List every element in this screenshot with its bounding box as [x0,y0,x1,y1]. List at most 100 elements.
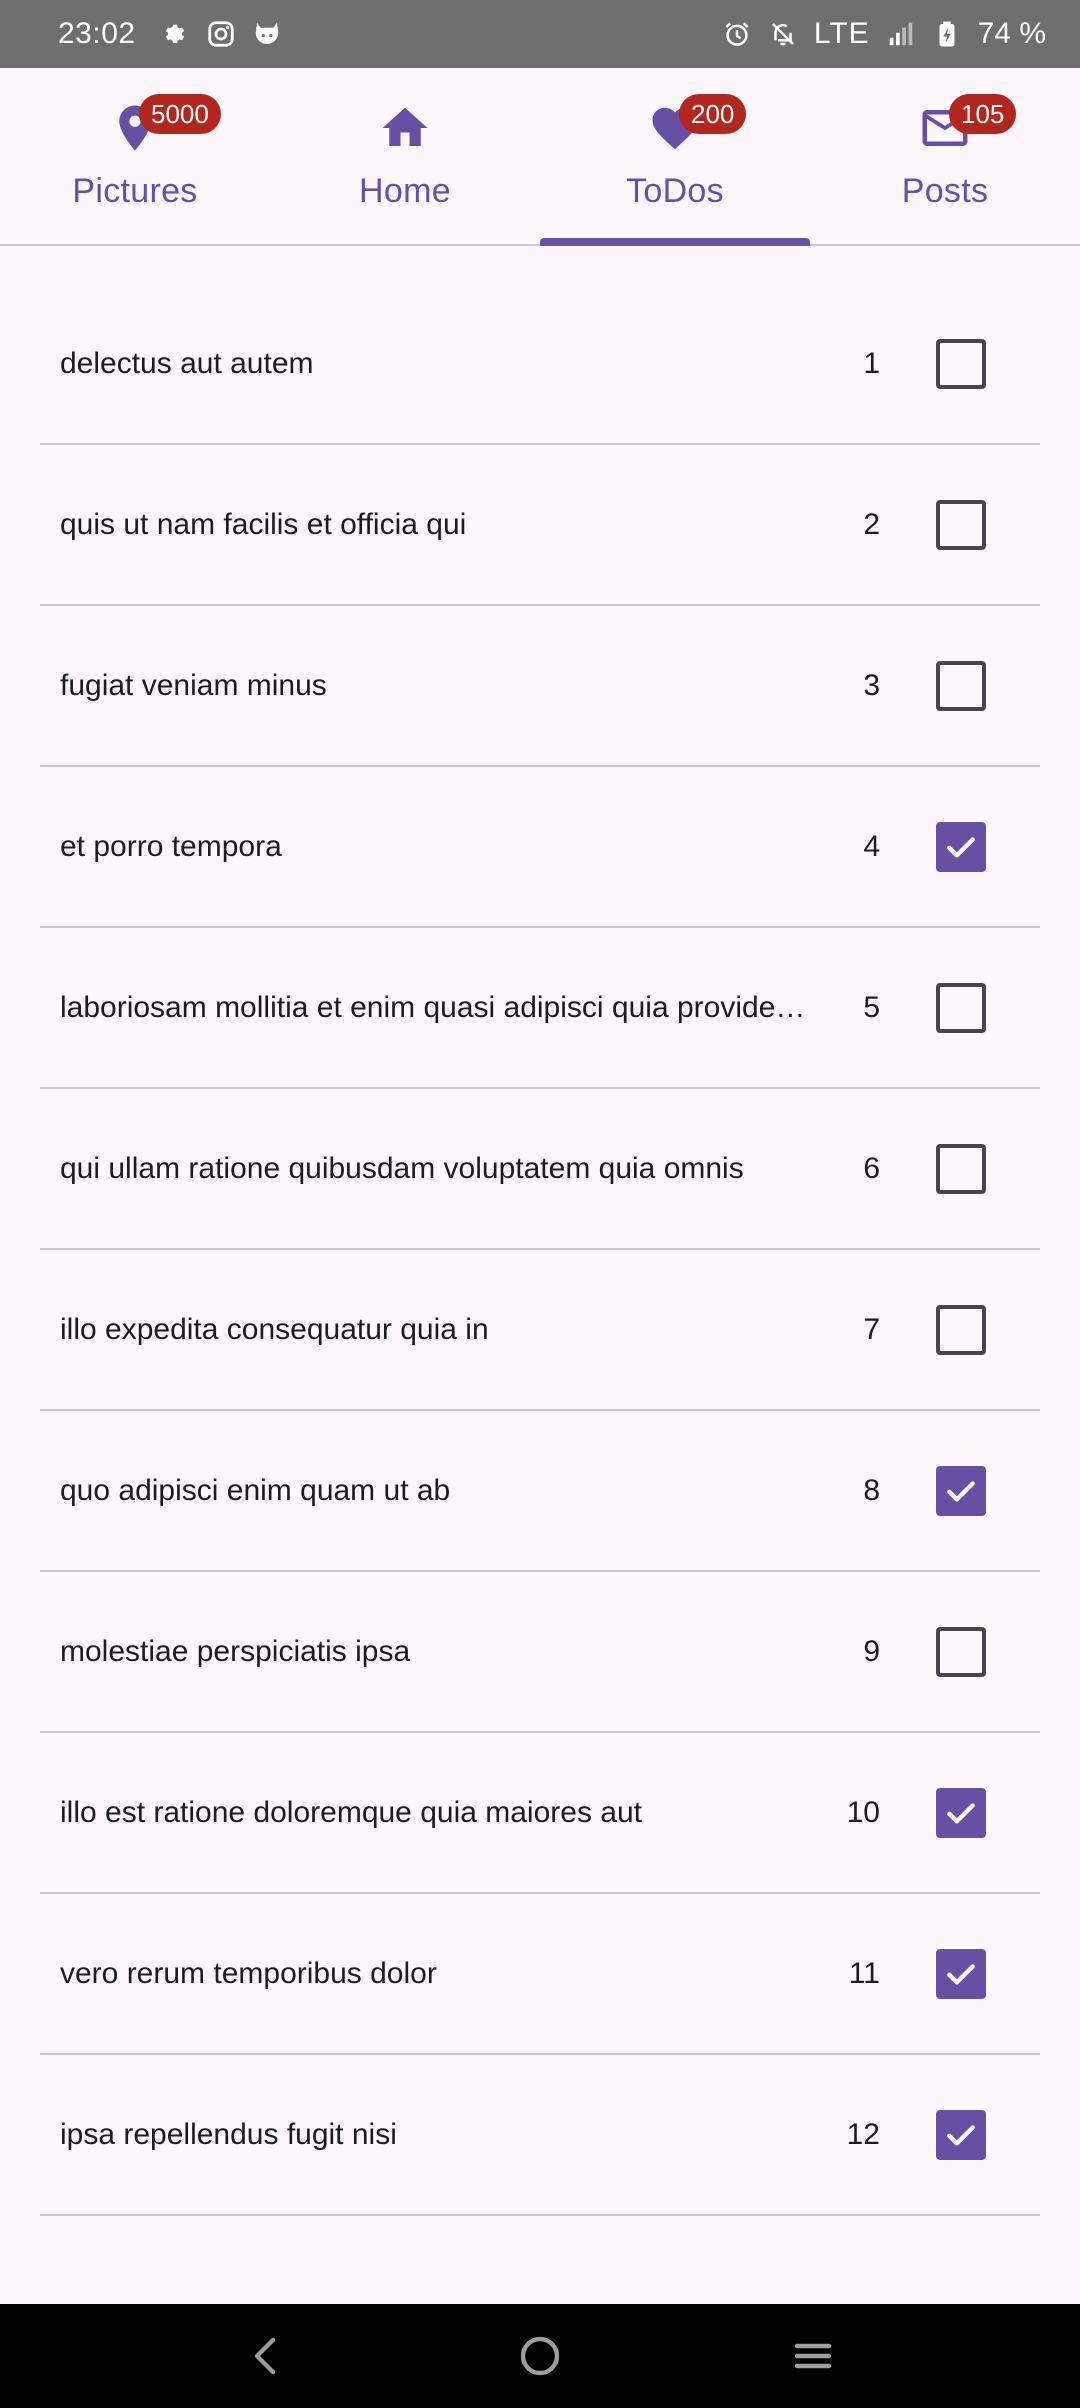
tab-label-pictures: Pictures [72,172,198,210]
tab-label-posts: Posts [901,172,989,210]
todo-checkbox[interactable] [936,1787,986,1838]
todo-title-cell: illo expedita consequatur quia in [60,1250,830,1409]
signal-icon [886,19,916,49]
todo-title: ipsa repellendus fugit nisi [60,2117,397,2151]
todo-list: delectus aut autem 1 quis ut nam facilis e… [40,246,1040,2216]
battery-percent: 74 % [977,17,1046,50]
todo-title-cell: delectus aut autem [60,284,830,443]
todo-id: 10 [846,1795,880,1829]
todo-title-cell: ipsa repellendus fugit nisi [60,2055,830,2214]
todo-title: laboriosam mollitia et enim quasi adipis… [60,990,806,1024]
todo-id: 4 [863,829,880,863]
todo-row[interactable]: quo adipisci enim quam ut ab 8 [40,1411,1040,1572]
tab-label-home: Home [359,172,451,210]
todo-title-cell: laboriosam mollitia et enim quasi adipis… [60,928,830,1087]
todo-checkbox[interactable] [936,499,986,550]
battery-charging-icon [932,19,962,49]
checkmark-icon [947,1802,975,1823]
back-button[interactable] [227,2316,307,2396]
status-bar: 23:02 LTE 74 % [0,0,1080,68]
todo-row[interactable]: laboriosam mollitia et enim quasi adipis… [40,928,1040,1089]
tab-label-todos: ToDos [626,172,724,210]
back-icon [254,2337,275,2375]
todo-title-cell: et porro tempora [60,767,830,926]
todo-title: et porro tempora [60,829,282,863]
tab-icon-wrap [375,98,435,158]
home-button[interactable] [500,2316,580,2396]
todo-row[interactable]: qui ullam ratione quibusdam voluptatem q… [40,1089,1040,1250]
tab-icon-wrap: 5000 [105,94,221,158]
checkmark-icon [947,2124,975,2145]
network-type: LTE [813,17,870,50]
todo-id: 9 [863,1634,880,1668]
todo-title-cell: quo adipisci enim quam ut ab [60,1411,830,1570]
status-time: 23:02 [58,17,136,50]
todo-id: 1 [863,346,880,380]
settings-icon [160,19,190,49]
todo-row[interactable]: illo est ratione doloremque quia maiores… [40,1733,1040,1894]
todo-row[interactable]: quis ut nam facilis et officia qui 2 [40,445,1040,606]
badge-posts: 105 [949,94,1017,134]
todo-row[interactable]: illo expedita consequatur quia in 7 [40,1250,1040,1411]
status-left: 23:02 [58,17,282,51]
todo-title: molestiae perspiciatis ipsa [60,1634,411,1668]
todo-checkbox[interactable] [936,660,986,711]
todo-checkbox[interactable] [936,1143,986,1194]
todo-title: illo est ratione doloremque quia maiores… [60,1795,642,1829]
recents-menu-icon [795,2343,832,2369]
instagram-icon [206,19,236,49]
todo-checkbox[interactable] [936,982,986,1033]
todo-title: qui ullam ratione quibusdam voluptatem q… [60,1151,744,1185]
checkmark-icon [947,1480,975,1501]
tab-home[interactable]: Home [270,68,540,244]
tab-pictures[interactable]: 5000 Pictures [0,68,270,244]
tab-icon-wrap: 200 [645,94,747,158]
badge-todos: 200 [679,94,747,134]
todo-id: 8 [863,1473,880,1507]
tab-bar: 5000 Pictures Home 200 ToDos 105 Posts [0,68,1080,246]
todo-row[interactable]: delectus aut autem 1 [40,284,1040,445]
todo-title: vero rerum temporibus dolor [60,1956,437,1990]
home-circle-icon [520,2336,560,2376]
todo-checkbox[interactable] [936,338,986,389]
todo-title-cell: quis ut nam facilis et officia qui [60,445,830,604]
tab-todos[interactable]: 200 ToDos [540,68,810,244]
home-icon [382,107,428,146]
recents-button[interactable] [773,2316,853,2396]
todo-title-cell: qui ullam ratione quibusdam voluptatem q… [60,1089,830,1248]
todo-title: fugiat veniam minus [60,668,327,702]
todo-checkbox[interactable] [936,1948,986,1999]
todo-title-cell: illo est ratione doloremque quia maiores… [60,1733,830,1892]
todo-checkbox[interactable] [936,2109,986,2160]
badge-pictures: 5000 [139,94,221,134]
selected-tab-indicator [540,238,810,246]
todo-row[interactable]: ipsa repellendus fugit nisi 12 [40,2055,1040,2216]
todo-checkbox[interactable] [936,1304,986,1355]
todo-title-cell: molestiae perspiciatis ipsa [60,1572,830,1731]
tab-posts[interactable]: 105 Posts [810,68,1080,244]
todo-row[interactable]: et porro tempora 4 [40,767,1040,928]
cat-icon [252,19,282,49]
todo-checkbox[interactable] [936,1465,986,1516]
todo-id: 2 [863,507,880,541]
todo-id: 12 [846,2117,880,2151]
mute-bell-icon [768,19,798,49]
todo-title: quo adipisci enim quam ut ab [60,1473,451,1507]
todo-title: delectus aut autem [60,346,314,380]
todo-title-cell: fugiat veniam minus [60,606,830,765]
todo-id: 3 [863,668,880,702]
checkmark-icon [947,836,975,857]
todo-title-cell: vero rerum temporibus dolor [60,1894,830,2053]
todo-row[interactable]: vero rerum temporibus dolor 11 [40,1894,1040,2055]
todo-title: quis ut nam facilis et officia qui [60,507,467,541]
status-right: LTE 74 % [722,17,1046,51]
todo-id: 7 [863,1312,880,1346]
todo-checkbox[interactable] [936,821,986,872]
todo-id: 11 [848,1956,880,1990]
todo-row[interactable]: fugiat veniam minus 3 [40,606,1040,767]
tab-icon-wrap: 105 [915,94,1017,158]
todo-checkbox[interactable] [936,1626,986,1677]
todo-title: illo expedita consequatur quia in [60,1312,489,1346]
todo-row[interactable]: molestiae perspiciatis ipsa 9 [40,1572,1040,1733]
todo-id: 6 [863,1151,880,1185]
